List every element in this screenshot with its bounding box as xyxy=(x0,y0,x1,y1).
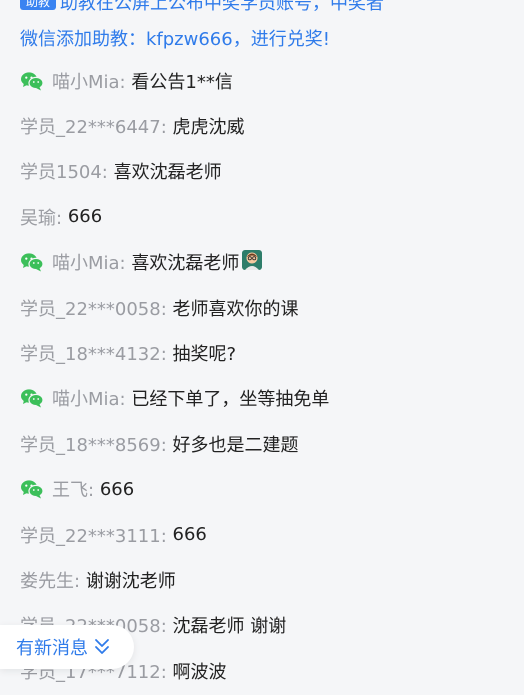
message-sender: 吴瑜: xyxy=(20,207,63,229)
teacher-emoji-icon xyxy=(241,249,263,276)
message-text: 666 xyxy=(172,524,207,546)
message-text: 喜欢沈磊老师 xyxy=(113,162,222,184)
message-text: 好多也是二建题 xyxy=(172,434,299,456)
message-text: 已经下单了，坐等抽免单 xyxy=(131,389,330,411)
announcement-line-2: 微信添加助教：kfpzw666，进行兑奖! xyxy=(20,29,330,50)
chat-message: 喵小Mia: 喜欢沈磊老师 xyxy=(0,240,524,285)
message-text: 666 xyxy=(67,206,103,228)
chat-message: 学员_18***4132: 抽奖呢? xyxy=(0,330,524,375)
wechat-icon xyxy=(20,479,44,499)
new-messages-label: 有新消息 xyxy=(16,638,88,659)
message-sender: 学员_22***3111: xyxy=(20,525,167,547)
chat-message-list: 喵小Mia: 看公告1**信 学员_22***6447: 虎虎沈威 学员1504: … xyxy=(0,58,524,693)
message-sender: 喵小Mia: xyxy=(52,389,126,411)
chat-message: 学员_18***8569: 好多也是二建题 xyxy=(0,421,524,466)
message-text: 谢谢沈老师 xyxy=(85,570,176,592)
message-sender: 喵小Mia: xyxy=(52,253,126,275)
message-text: 抽奖呢? xyxy=(172,344,237,366)
wechat-icon xyxy=(20,388,44,408)
message-sender: 喵小Mia: xyxy=(52,71,126,93)
wechat-icon xyxy=(20,252,44,272)
announcement-text-1: 助教在公屏上公布中奖学员账号，中奖者 xyxy=(60,0,385,14)
announcement-line-1: 助教 助教在公屏上公布中奖学员账号，中奖者 xyxy=(20,0,510,22)
chat-message: 吴瑜: 666 xyxy=(0,194,524,239)
chat-message: 学员_22***6447: 虎虎沈威 xyxy=(0,103,524,148)
announcement-message: 助教 助教在公屏上公布中奖学员账号，中奖者 微信添加助教：kfpzw666，进行兑… xyxy=(20,0,510,58)
chat-message: 学员1504: 喜欢沈磊老师 xyxy=(0,149,524,194)
chat-message: 学员_22***0058: 老师喜欢你的课 xyxy=(0,285,524,330)
chat-message: 喵小Mia: 已经下单了，坐等抽免单 xyxy=(0,376,524,421)
message-sender: 学员_18***8569: xyxy=(20,434,167,456)
assistant-tag: 助教 xyxy=(20,0,57,10)
message-text: 啊波波 xyxy=(172,661,227,683)
chat-message: 学员_22***3111: 666 xyxy=(0,512,524,557)
message-sender: 学员1504: xyxy=(20,162,108,184)
message-text: 看公告1**信 xyxy=(131,71,233,93)
chat-message: 喵小Mia: 看公告1**信 xyxy=(0,58,524,103)
message-sender: 学员_22***0058: xyxy=(20,298,167,320)
message-text: 虎虎沈威 xyxy=(172,117,245,139)
message-sender: 王飞: xyxy=(52,480,95,502)
message-sender: 娄先生: xyxy=(20,570,81,592)
double-chevron-down-icon xyxy=(95,639,109,654)
message-text: 喜欢沈磊老师 xyxy=(131,253,240,275)
message-text: 666 xyxy=(99,478,135,500)
wechat-icon xyxy=(20,71,44,91)
chat-message: 娄先生: 谢谢沈老师 xyxy=(0,557,524,602)
message-text: 老师喜欢你的课 xyxy=(172,298,299,320)
chat-message: 王飞: 666 xyxy=(0,467,524,512)
new-messages-button[interactable]: 有新消息 xyxy=(0,625,134,669)
message-text: 沈磊老师 谢谢 xyxy=(172,616,287,638)
message-sender: 学员_22***6447: xyxy=(20,117,167,139)
message-sender: 学员_18***4132: xyxy=(20,344,167,366)
